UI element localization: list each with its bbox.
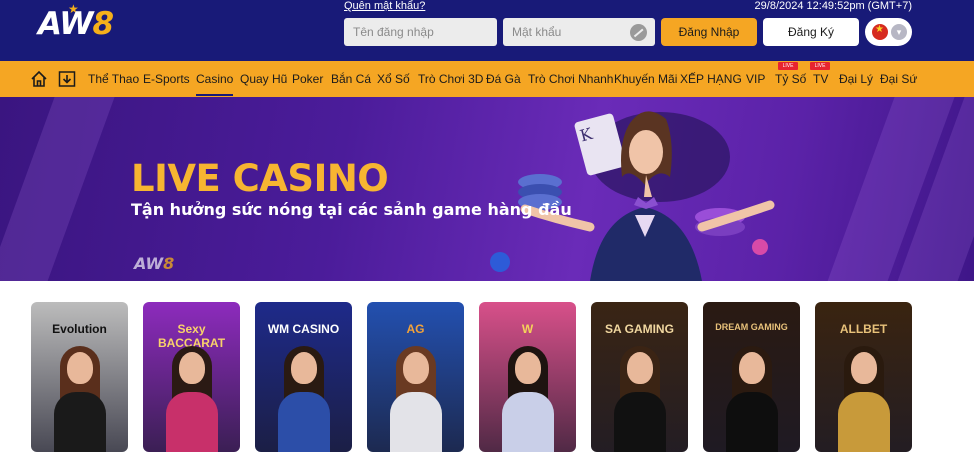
nav-item-tv[interactable]: TV xyxy=(813,72,828,86)
provider-card-allbet[interactable]: ALLBET xyxy=(815,302,912,452)
nav-item-tro-choi-3d[interactable]: Trò Chơi 3D xyxy=(418,72,483,86)
vietnam-flag-icon xyxy=(872,24,888,40)
provider-card-dream-gaming[interactable]: DREAM GAMING xyxy=(703,302,800,452)
nav-item-dai-ly[interactable]: Đại Lý xyxy=(839,72,873,86)
nav-item-khuyen-mai[interactable]: Khuyến Mãi xyxy=(614,72,677,86)
nav-item-ban-ca[interactable]: Bắn Cá xyxy=(331,72,371,86)
home-icon[interactable] xyxy=(30,70,48,88)
main-nav: Thể Thao E-Sports Casino Quay Hũ Poker B… xyxy=(0,61,974,97)
provider-logo: ALLBET xyxy=(839,322,888,336)
provider-card-sa-gaming[interactable]: SA GAMING xyxy=(591,302,688,452)
nav-item-the-thao[interactable]: Thể Thao xyxy=(88,72,139,86)
dealer-image xyxy=(54,346,106,452)
nav-item-dai-su[interactable]: Đại Sứ xyxy=(880,72,917,86)
register-button[interactable]: Đăng Ký xyxy=(763,18,859,46)
current-datetime: 29/8/2024 12:49:52pm (GMT+7) xyxy=(754,0,912,12)
live-badge: LIVE xyxy=(778,62,798,70)
dealer-image xyxy=(390,346,442,452)
forgot-password-link[interactable]: Quên mật khẩu? xyxy=(344,0,425,12)
banner-title: LIVE CASINO xyxy=(131,157,389,200)
provider-logo: SA GAMING xyxy=(605,322,674,336)
dealer-image xyxy=(614,346,666,452)
dealer-image xyxy=(166,346,218,452)
dealer-image xyxy=(838,346,890,452)
provider-cards: Evolution Sexy BACCARAT WM CASINO AG W S… xyxy=(0,281,974,452)
dealer-image xyxy=(726,346,778,452)
nav-item-ty-so[interactable]: Tỷ Số xyxy=(775,72,806,86)
nav-item-e-sports[interactable]: E-Sports xyxy=(143,72,190,86)
provider-logo: W xyxy=(521,322,534,336)
provider-logo: WM CASINO xyxy=(267,322,340,336)
banner-decoration xyxy=(0,97,122,281)
nav-item-xo-so[interactable]: Xổ Số xyxy=(377,72,410,86)
nav-item-da-ga[interactable]: Đá Gà xyxy=(486,72,521,86)
dealer-image xyxy=(278,346,330,452)
provider-logo: Evolution xyxy=(52,322,107,336)
banner-subtitle: Tận hưởng sức nóng tại các sảnh game hàn… xyxy=(131,200,572,219)
login-button[interactable]: Đăng Nhập xyxy=(661,18,757,46)
nav-item-quay-hu[interactable]: Quay Hũ xyxy=(240,72,287,86)
provider-card-w[interactable]: W xyxy=(479,302,576,452)
language-selector[interactable]: ▾ xyxy=(865,18,912,46)
provider-card-ag[interactable]: AG xyxy=(367,302,464,452)
eye-off-icon[interactable] xyxy=(630,24,647,41)
nav-item-poker[interactable]: Poker xyxy=(292,72,323,86)
chevron-down-icon: ▾ xyxy=(891,24,907,40)
provider-logo: DREAM GAMING xyxy=(715,322,788,332)
provider-card-wm-casino[interactable]: WM CASINO xyxy=(255,302,352,452)
brand-logo[interactable]: ★ AW8 xyxy=(38,2,130,44)
nav-item-xep-hang[interactable]: XẾP HẠNG xyxy=(680,72,742,86)
username-input[interactable] xyxy=(344,18,497,46)
banner-watermark-logo: AW8 xyxy=(134,254,175,273)
provider-card-evolution[interactable]: Evolution xyxy=(31,302,128,452)
provider-logo: AG xyxy=(406,322,425,336)
provider-card-sexy-baccarat[interactable]: Sexy BACCARAT xyxy=(143,302,240,452)
live-casino-banner[interactable]: K LIVE CASINO Tận hưởng sức nóng tại các… xyxy=(0,97,974,281)
nav-item-tro-choi-nhanh[interactable]: Trò Chơi Nhanh xyxy=(528,72,613,86)
live-badge: LIVE xyxy=(810,62,830,70)
top-header: ★ AW8 Quên mật khẩu? 29/8/2024 12:49:52p… xyxy=(0,0,974,61)
nav-item-vip[interactable]: VIP xyxy=(746,72,765,86)
download-icon[interactable] xyxy=(58,70,76,88)
nav-item-casino[interactable]: Casino xyxy=(196,72,234,96)
brand-logo-text: AW8 xyxy=(38,6,114,42)
dealer-image xyxy=(502,346,554,452)
dealer-illustration: K xyxy=(490,111,775,281)
